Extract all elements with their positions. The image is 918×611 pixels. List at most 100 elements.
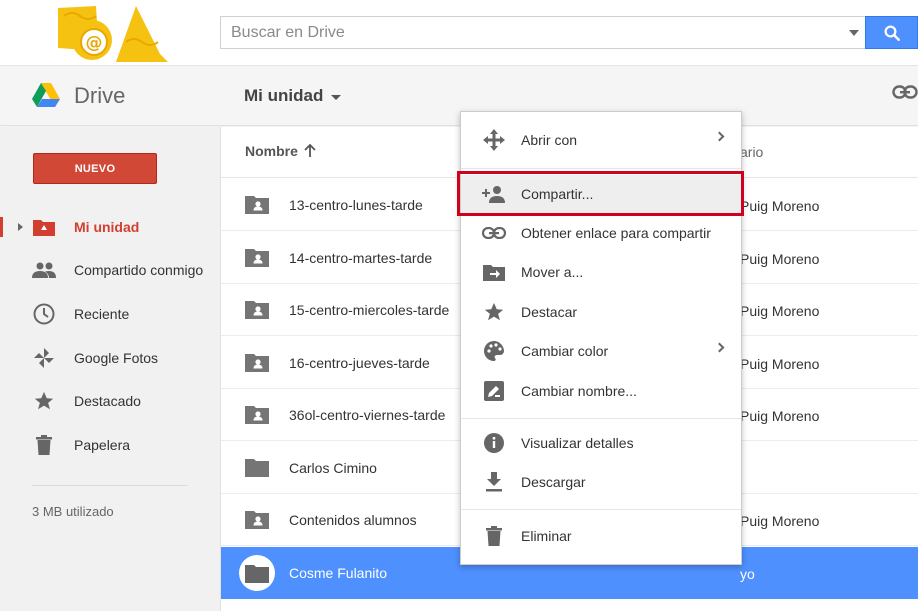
clock-icon: [32, 302, 56, 326]
sidebar-item-recent[interactable]: Reciente: [0, 294, 220, 334]
column-header-name[interactable]: Nombre: [245, 143, 316, 159]
file-name: 13-centro-lunes-tarde: [289, 197, 423, 213]
shared-people-icon: [32, 258, 56, 282]
shared-folder-icon: [245, 247, 269, 267]
column-name-label: Nombre: [245, 143, 298, 159]
file-name: 16-centro-jueves-tarde: [289, 355, 430, 371]
menu-separator: [461, 418, 741, 419]
school-logo: @: [56, 2, 168, 64]
trash-icon: [482, 524, 506, 548]
menu-item-move-to[interactable]: Mover a...: [461, 253, 741, 291]
search-input[interactable]: [221, 17, 821, 48]
chevron-down-icon: [331, 94, 342, 100]
shared-folder-icon: [245, 404, 269, 424]
sidebar-item-label: Destacado: [74, 393, 141, 409]
menu-item-label: Abrir con: [521, 132, 578, 148]
file-name: 14-centro-martes-tarde: [289, 250, 433, 266]
chevron-right-icon: [714, 342, 725, 353]
folder-icon: [245, 457, 269, 477]
current-folder-label: Mi unidad: [244, 86, 324, 105]
menu-separator: [461, 509, 741, 510]
google-drive-logo-icon[interactable]: [32, 83, 60, 107]
sidebar-item-label: Reciente: [74, 306, 130, 322]
menu-item-star[interactable]: Destacar: [461, 293, 741, 331]
new-button[interactable]: NUEVO: [33, 153, 157, 184]
sidebar-item-shared[interactable]: Compartido conmigo: [0, 250, 220, 290]
drive-header: Drive Mi unidad: [0, 66, 918, 126]
shared-folder-icon: [245, 509, 269, 529]
star-icon: [32, 389, 56, 413]
palette-icon: [482, 339, 506, 363]
person-add-icon: [482, 182, 506, 206]
move-arrows-icon: [482, 128, 506, 152]
folder-icon: [245, 565, 269, 583]
download-icon: [482, 470, 506, 494]
menu-item-delete[interactable]: Eliminar: [461, 517, 741, 555]
menu-item-label: Descargar: [521, 474, 586, 490]
storage-usage[interactable]: 3 MB utilizado: [32, 504, 114, 519]
sidebar-item-starred[interactable]: Destacado: [0, 381, 220, 421]
file-name: 36ol-centro-viernes-tarde: [289, 407, 446, 423]
divider: [32, 485, 188, 486]
file-owner: Puig Moreno: [740, 198, 820, 214]
top-bar: @: [0, 0, 918, 66]
menu-item-share[interactable]: Compartir...: [461, 175, 741, 213]
search-icon: [884, 25, 900, 41]
menu-item-change-color[interactable]: Cambiar color: [461, 332, 741, 370]
my-drive-icon: [32, 215, 56, 239]
photos-pinwheel-icon: [32, 346, 56, 370]
file-owner: Puig Moreno: [740, 356, 820, 372]
file-name: 15-centro-miercoles-tarde: [289, 302, 450, 318]
file-name: Contenidos alumnos: [289, 512, 417, 528]
menu-item-open-with[interactable]: Abrir con: [461, 121, 741, 159]
menu-item-label: Destacar: [521, 304, 578, 320]
menu-item-label: Cambiar color: [521, 343, 609, 359]
sidebar-item-label: Mi unidad: [74, 219, 140, 235]
arrow-up-icon: [304, 144, 316, 157]
context-menu: Abrir con Compartir... Obtener enlace pa…: [460, 111, 742, 565]
move-to-folder-icon: [482, 260, 506, 284]
search-box[interactable]: [220, 16, 865, 49]
search-button[interactable]: [865, 16, 918, 49]
menu-item-label: Eliminar: [521, 528, 572, 544]
menu-item-label: Cambiar nombre...: [521, 383, 637, 399]
search-options-caret-icon[interactable]: [849, 30, 859, 36]
trash-icon: [32, 433, 56, 457]
column-header-owner[interactable]: ario: [740, 144, 763, 160]
sidebar: NUEVO Mi unidad Compartido conmigo Recie…: [0, 127, 221, 611]
sidebar-item-label: Papelera: [74, 437, 131, 453]
menu-item-label: Mover a...: [521, 264, 584, 280]
sidebar-item-trash[interactable]: Papelera: [0, 425, 220, 465]
chevron-right-icon: [714, 131, 725, 142]
shared-folder-icon: [245, 299, 269, 319]
menu-item-download[interactable]: Descargar: [461, 463, 741, 501]
info-icon: [482, 431, 506, 455]
rename-pencil-icon: [482, 379, 506, 403]
menu-item-label: Visualizar detalles: [521, 435, 634, 451]
svg-text:@: @: [86, 33, 103, 53]
file-owner: Puig Moreno: [740, 303, 820, 319]
shared-folder-icon: [245, 352, 269, 372]
link-icon: [482, 221, 506, 245]
file-owner: Puig Moreno: [740, 251, 820, 267]
file-name: Cosme Fulanito: [289, 565, 388, 581]
shared-folder-icon: [245, 194, 269, 214]
file-name: Carlos Cimino: [289, 460, 377, 476]
current-folder-dropdown[interactable]: Mi unidad: [244, 86, 342, 106]
link-icon[interactable]: [892, 85, 918, 99]
menu-item-label: Compartir...: [521, 186, 594, 202]
star-icon: [482, 300, 506, 324]
menu-item-rename[interactable]: Cambiar nombre...: [461, 372, 741, 410]
menu-item-details[interactable]: Visualizar detalles: [461, 424, 741, 462]
sidebar-item-label: Compartido conmigo: [74, 262, 204, 278]
sidebar-item-my-drive[interactable]: Mi unidad: [0, 207, 220, 247]
menu-item-label: Obtener enlace para compartir: [521, 225, 711, 241]
file-owner: yo: [740, 566, 755, 582]
sidebar-item-photos[interactable]: Google Fotos: [0, 338, 220, 378]
selected-folder-badge: [239, 555, 275, 591]
menu-item-get-link[interactable]: Obtener enlace para compartir: [461, 214, 741, 252]
sidebar-item-label: Google Fotos: [74, 350, 159, 366]
app-title[interactable]: Drive: [74, 83, 125, 109]
file-owner: Puig Moreno: [740, 513, 820, 529]
file-owner: Puig Moreno: [740, 408, 820, 424]
